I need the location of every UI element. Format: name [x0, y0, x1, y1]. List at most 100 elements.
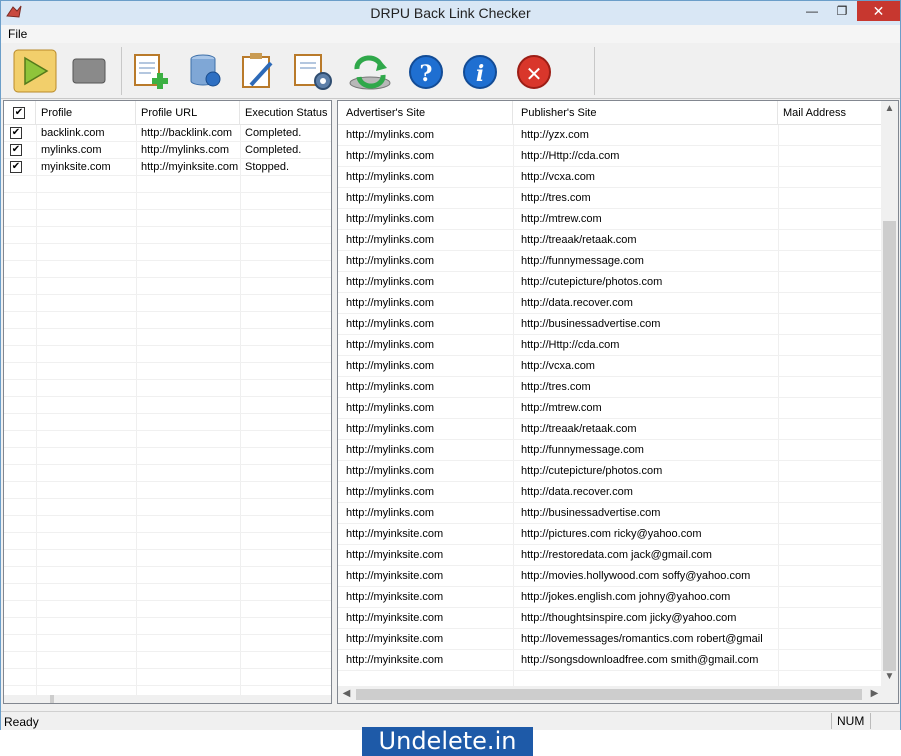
scrollbar-thumb[interactable] [50, 695, 54, 703]
advertiser-cell: http://mylinks.com [346, 507, 435, 519]
info-button[interactable]: i [457, 49, 501, 93]
start-button[interactable] [13, 49, 57, 93]
result-row[interactable]: http://mylinks.com http://tres.com [338, 377, 898, 398]
scrollbar-thumb[interactable] [883, 221, 896, 671]
profile-row[interactable]: ✔ myinksite.com http://myinksite.com Stoppe… [4, 159, 331, 176]
result-row[interactable]: http://myinksite.com http://jokes.english… [338, 587, 898, 608]
empty-row [4, 431, 331, 448]
app-window: DRPU Back Link Checker — ❐ ✕ File ? i ✕ … [0, 0, 901, 730]
close-button[interactable]: ✕ [857, 1, 900, 21]
profiles-horizontal-scrollbar[interactable] [4, 695, 331, 703]
settings-button[interactable] [291, 49, 335, 93]
result-row[interactable]: http://mylinks.com http://vcxa.com [338, 356, 898, 377]
scroll-left-icon[interactable]: ◀ [338, 688, 355, 699]
publisher-cell: http://cutepicture/photos.com [521, 276, 663, 288]
column-header-profile-url[interactable]: Profile URL [136, 101, 240, 125]
scroll-up-icon[interactable]: ▲ [881, 103, 898, 114]
profile-checkbox[interactable]: ✔ [10, 144, 22, 156]
empty-row [4, 516, 331, 533]
minimize-button[interactable]: — [797, 1, 827, 21]
advertiser-cell: http://mylinks.com [346, 339, 435, 351]
result-row[interactable]: http://mylinks.com http://data.recover.co… [338, 293, 898, 314]
profiles-rows: ✔ backlink.com http://backlink.com Complete… [4, 125, 331, 686]
advertiser-cell: http://mylinks.com [346, 486, 435, 498]
result-row[interactable]: http://myinksite.com http://songsdownload… [338, 650, 898, 671]
result-row[interactable]: http://mylinks.com http://vcxa.com [338, 167, 898, 188]
result-row[interactable]: http://mylinks.com http://businessadverti… [338, 503, 898, 524]
results-vertical-scrollbar[interactable]: ▲ ▼ [881, 101, 898, 686]
edit-profile-icon [242, 53, 273, 88]
empty-row [4, 312, 331, 329]
profile-row[interactable]: ✔ backlink.com http://backlink.com Complete… [4, 125, 331, 142]
result-row[interactable]: http://mylinks.com http://Http://cda.com [338, 335, 898, 356]
result-row[interactable]: http://myinksite.com http://thoughtsinspi… [338, 608, 898, 629]
result-row[interactable]: http://mylinks.com http://tres.com [338, 188, 898, 209]
add-profile-button[interactable] [129, 49, 173, 93]
profile-profile-cell: mylinks.com [41, 144, 102, 156]
scroll-right-icon[interactable]: ▶ [866, 688, 883, 699]
maximize-button[interactable]: ❐ [827, 1, 857, 21]
publisher-cell: http://treaak/retaak.com [521, 234, 637, 246]
result-row[interactable]: http://myinksite.com http://pictures.com … [338, 524, 898, 545]
publisher-cell: http://data.recover.com [521, 486, 633, 498]
publisher-cell: http://mtrew.com [521, 402, 602, 414]
advertiser-cell: http://mylinks.com [346, 213, 435, 225]
select-all-checkbox[interactable]: ✔ [13, 107, 25, 119]
result-row[interactable]: http://mylinks.com http://treaak/retaak.c… [338, 230, 898, 251]
empty-row [4, 601, 331, 618]
edit-profile-button[interactable] [237, 49, 281, 93]
publisher-cell: http://yzx.com [521, 129, 589, 141]
help-button[interactable]: ? [403, 49, 447, 93]
scroll-down-icon[interactable]: ▼ [881, 671, 898, 682]
result-row[interactable]: http://mylinks.com http://yzx.com [338, 125, 898, 146]
result-row[interactable]: http://mylinks.com http://mtrew.com [338, 209, 898, 230]
advertiser-cell: http://myinksite.com [346, 528, 444, 540]
profile-checkbox[interactable]: ✔ [10, 127, 22, 139]
publisher-cell: http://pictures.com ricky@yahoo.com [521, 528, 702, 540]
result-row[interactable]: http://myinksite.com http://restoredata.c… [338, 545, 898, 566]
exit-button[interactable]: ✕ [511, 49, 555, 93]
scrollbar-thumb[interactable] [356, 689, 862, 700]
result-row[interactable]: http://mylinks.com http://funnymessage.co… [338, 440, 898, 461]
add-profile-icon [134, 54, 168, 89]
empty-row [4, 482, 331, 499]
select-all-header[interactable]: ✔ [4, 101, 36, 125]
refresh-button[interactable] [345, 49, 391, 93]
column-header-execution-status[interactable]: Execution Status [240, 101, 331, 125]
menu-file[interactable]: File [8, 27, 27, 41]
help-icon: ? [409, 55, 443, 89]
title-bar[interactable]: DRPU Back Link Checker — ❐ ✕ [1, 1, 900, 25]
result-row[interactable]: http://mylinks.com http://cutepicture/pho… [338, 272, 898, 293]
profile-url-cell: http://backlink.com [141, 127, 233, 139]
result-row[interactable]: http://mylinks.com http://funnymessage.co… [338, 251, 898, 272]
exit-icon: ✕ [517, 55, 551, 89]
profiles-list[interactable]: ✔ Profile Profile URL Execution Status ✔… [3, 100, 332, 704]
result-row[interactable]: http://mylinks.com http://businessadverti… [338, 314, 898, 335]
result-row[interactable]: http://mylinks.com http://treaak/retaak.c… [338, 419, 898, 440]
advertiser-cell: http://mylinks.com [346, 171, 435, 183]
results-header: Advertiser's Site Publisher's Site Mail … [338, 101, 898, 125]
result-row[interactable]: http://myinksite.com http://movies.hollyw… [338, 566, 898, 587]
empty-row [4, 397, 331, 414]
result-row[interactable]: http://mylinks.com http://data.recover.co… [338, 482, 898, 503]
info-icon: i [463, 55, 497, 89]
column-header-advertiser[interactable]: Advertiser's Site [338, 101, 513, 125]
empty-row [4, 669, 331, 686]
result-row[interactable]: http://mylinks.com http://Http://cda.com [338, 146, 898, 167]
result-row[interactable]: http://mylinks.com http://mtrew.com [338, 398, 898, 419]
results-horizontal-scrollbar[interactable]: ◀ ▶ [338, 686, 898, 703]
empty-row [4, 278, 331, 295]
column-header-publisher[interactable]: Publisher's Site [513, 101, 778, 125]
watermark-logo: Undelete.in [362, 727, 533, 756]
column-header-mail-address[interactable]: Mail Address [778, 101, 883, 125]
stop-button[interactable] [67, 49, 111, 93]
result-row[interactable]: http://myinksite.com http://lovemessages/… [338, 629, 898, 650]
results-list[interactable]: Advertiser's Site Publisher's Site Mail … [337, 100, 899, 704]
refresh-icon [349, 55, 391, 90]
profile-row[interactable]: ✔ mylinks.com http://mylinks.com Completed. [4, 142, 331, 159]
column-header-profile[interactable]: Profile [36, 101, 136, 125]
database-button[interactable] [183, 49, 227, 93]
profile-checkbox[interactable]: ✔ [10, 161, 22, 173]
result-row[interactable]: http://mylinks.com http://cutepicture/pho… [338, 461, 898, 482]
empty-row [4, 363, 331, 380]
